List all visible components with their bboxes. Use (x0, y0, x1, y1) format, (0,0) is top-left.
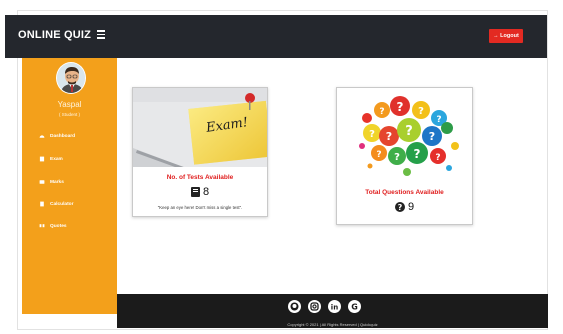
github-icon[interactable] (288, 300, 301, 313)
tests-card-title: No. of Tests Available (166, 174, 234, 181)
questions-card[interactable]: ? ? ? ? ? ? ? ? ? ? ? ? Total Questions … (336, 87, 473, 225)
quote-icon (39, 224, 45, 228)
sidebar-username: Yaspal (57, 100, 82, 109)
sidebar-item-quotes[interactable]: Quotes (39, 221, 67, 231)
copyright-text: Copyright © 2021 | All Rights Reserved |… (287, 322, 378, 327)
sidebar-item-label: Marks (50, 179, 64, 185)
exam-note-image: Exam! (133, 88, 267, 167)
book-icon (39, 156, 45, 162)
instagram-icon[interactable] (308, 300, 321, 313)
questions-card-title: Total Questions Available (365, 189, 444, 196)
questions-count-value: 9 (407, 201, 415, 213)
svg-text:?: ? (398, 203, 403, 212)
sidebar-item-label: Exam (50, 156, 63, 162)
sidebar-item-dashboard[interactable]: Dashboard (39, 131, 75, 141)
google-icon[interactable]: G (348, 300, 361, 313)
question-marks-image: ? ? ? ? ? ? ? ? ? ? ? ? (337, 88, 472, 183)
svg-text:?: ? (394, 152, 400, 163)
menu-toggle-icon[interactable] (97, 28, 111, 42)
svg-text:?: ? (386, 130, 392, 143)
tests-count-value: 8 (202, 186, 210, 198)
tests-card[interactable]: Exam! No. of Tests Available 8 "Keep an … (132, 87, 268, 217)
questions-count: ? 9 (337, 201, 472, 213)
marks-icon (39, 180, 45, 184)
sidebar-item-exam[interactable]: Exam (39, 154, 63, 164)
svg-text:?: ? (405, 124, 413, 139)
sidebar-item-calculator[interactable]: Calculator (39, 199, 73, 209)
linkedin-icon[interactable]: in (328, 300, 341, 313)
svg-text:in: in (331, 303, 338, 311)
sidebar-item-label: Dashboard (50, 133, 76, 139)
svg-text:?: ? (376, 150, 381, 160)
tests-card-quote: "Keep an eye here! Don't miss a single t… (157, 205, 243, 210)
sidebar: Yaspal ( Student ) Dashboard Exam Marks … (22, 58, 117, 314)
svg-text:?: ? (418, 106, 424, 117)
sidebar-item-label: Calculator (50, 201, 74, 207)
svg-text:?: ? (435, 153, 440, 163)
avatar (56, 62, 86, 94)
question-circle-icon: ? (394, 202, 405, 212)
calculator-icon (40, 201, 44, 207)
sidebar-item-marks[interactable]: Marks (39, 177, 64, 187)
book-icon (190, 187, 200, 197)
svg-text:?: ? (436, 115, 441, 125)
svg-text:G: G (351, 303, 358, 312)
svg-text:?: ? (414, 147, 421, 161)
brand-title[interactable]: ONLINE QUIZ (18, 29, 91, 41)
tachometer-icon (39, 135, 45, 138)
sidebar-role: ( Student ) (58, 112, 80, 117)
svg-text:?: ? (379, 107, 384, 117)
svg-text:?: ? (429, 130, 435, 143)
tests-count: 8 (133, 186, 267, 198)
social-links: in G (288, 300, 361, 313)
footer: in G Copyright © 2021 | All Rights Reser… (117, 294, 548, 328)
svg-text:?: ? (369, 129, 375, 140)
svg-text:?: ? (397, 100, 404, 114)
sidebar-item-label: Quotes (50, 223, 67, 229)
logout-button[interactable]: → Logout (489, 29, 523, 43)
top-navbar: ONLINE QUIZ → Logout (5, 15, 547, 58)
